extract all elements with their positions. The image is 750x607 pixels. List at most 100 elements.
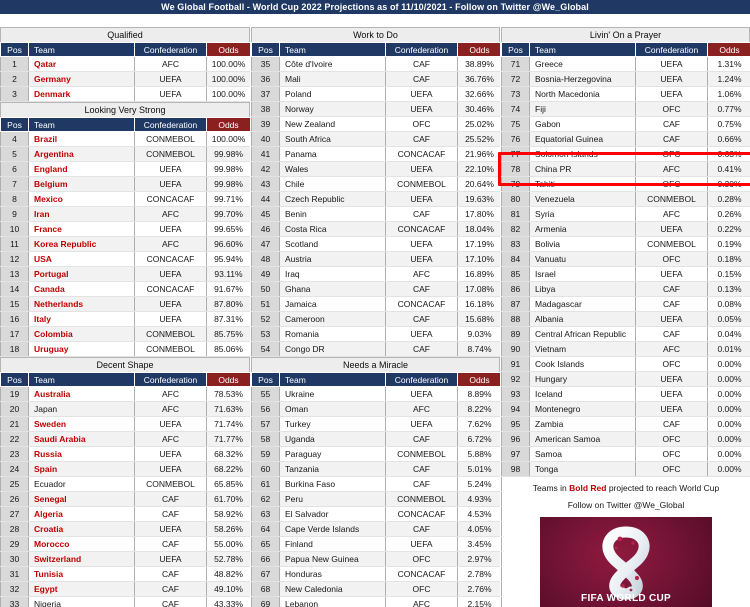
table-row[interactable]: 45 Benin CAF 17.80%: [251, 206, 502, 222]
table-row[interactable]: 16 Italy UEFA 87.31%: [0, 311, 251, 327]
table-row[interactable]: 60 Tanzania CAF 5.01%: [251, 461, 502, 477]
table-row[interactable]: 54 Congo DR CAF 8.74%: [251, 341, 502, 357]
column-header-team[interactable]: Team: [279, 372, 386, 387]
table-row[interactable]: 76 Equatorial Guinea CAF 0.66%: [501, 131, 750, 147]
table-row[interactable]: 30 Switzerland UEFA 52.78%: [0, 551, 251, 567]
table-row[interactable]: 39 New Zealand OFC 25.02%: [251, 116, 502, 132]
table-row[interactable]: 49 Iraq AFC 16.89%: [251, 266, 502, 282]
table-row[interactable]: 48 Austria UEFA 17.10%: [251, 251, 502, 267]
table-row[interactable]: 5 Argentina CONMEBOL 99.98%: [0, 146, 251, 162]
table-row[interactable]: 43 Chile CONMEBOL 20.64%: [251, 176, 502, 192]
table-row[interactable]: 9 Iran AFC 99.70%: [0, 206, 251, 222]
table-row[interactable]: 53 Romania UEFA 9.03%: [251, 326, 502, 342]
table-row[interactable]: 27 Algeria CAF 58.92%: [0, 506, 251, 522]
column-header-team[interactable]: Team: [28, 42, 135, 57]
table-row[interactable]: 14 Canada CONCACAF 91.67%: [0, 281, 251, 297]
table-row[interactable]: 80 Venezuela CONMEBOL 0.28%: [501, 191, 750, 207]
table-row[interactable]: 50 Ghana CAF 17.08%: [251, 281, 502, 297]
table-row[interactable]: 31 Tunisia CAF 48.82%: [0, 566, 251, 582]
table-row[interactable]: 28 Croatia UEFA 58.26%: [0, 521, 251, 537]
column-header-odds[interactable]: Odds: [206, 42, 251, 57]
column-header-odds[interactable]: Odds: [457, 372, 502, 387]
table-row[interactable]: 33 Nigeria CAF 43.33%: [0, 596, 251, 607]
table-row[interactable]: 17 Colombia CONMEBOL 85.75%: [0, 326, 251, 342]
table-row[interactable]: 38 Norway UEFA 30.46%: [251, 101, 502, 117]
table-row[interactable]: 87 Madagascar CAF 0.08%: [501, 296, 750, 312]
table-row[interactable]: 82 Armenia UEFA 0.22%: [501, 221, 750, 237]
column-header-team[interactable]: Team: [279, 42, 386, 57]
table-row[interactable]: 86 Libya CAF 0.13%: [501, 281, 750, 297]
table-row[interactable]: 97 Samoa OFC 0.00%: [501, 446, 750, 462]
table-row[interactable]: 66 Papua New Guinea OFC 2.97%: [251, 551, 502, 567]
table-row[interactable]: 25 Ecuador CONMEBOL 65.85%: [0, 476, 251, 492]
table-row[interactable]: 19 Australia AFC 78.53%: [0, 386, 251, 402]
table-row[interactable]: 24 Spain UEFA 68.22%: [0, 461, 251, 477]
table-row[interactable]: 20 Japan AFC 71.63%: [0, 401, 251, 417]
table-row[interactable]: 29 Morocco CAF 55.00%: [0, 536, 251, 552]
table-row[interactable]: 96 American Samoa OFC 0.00%: [501, 431, 750, 447]
table-row[interactable]: 79 Tahiti OFC 0.30%: [501, 176, 750, 192]
table-row[interactable]: 1 Qatar AFC 100.00%: [0, 56, 251, 72]
table-row[interactable]: 18 Uruguay CONMEBOL 85.06%: [0, 341, 251, 357]
table-row[interactable]: 84 Vanuatu OFC 0.18%: [501, 251, 750, 267]
column-header-team[interactable]: Team: [529, 42, 636, 57]
table-row[interactable]: 23 Russia UEFA 68.32%: [0, 446, 251, 462]
table-row[interactable]: 40 South Africa CAF 25.52%: [251, 131, 502, 147]
table-row[interactable]: 92 Hungary UEFA 0.00%: [501, 371, 750, 387]
column-header-confederation[interactable]: Confederation: [134, 117, 207, 132]
column-header-team[interactable]: Team: [28, 117, 135, 132]
table-row[interactable]: 42 Wales UEFA 22.10%: [251, 161, 502, 177]
table-row[interactable]: 22 Saudi Arabia AFC 71.77%: [0, 431, 251, 447]
table-row[interactable]: 91 Cook Islands OFC 0.00%: [501, 356, 750, 372]
table-row[interactable]: 90 Vietnam AFC 0.01%: [501, 341, 750, 357]
table-row[interactable]: 61 Burkina Faso CAF 5.24%: [251, 476, 502, 492]
table-row[interactable]: 57 Turkey UEFA 7.62%: [251, 416, 502, 432]
column-header-pos[interactable]: Pos: [0, 42, 29, 57]
table-row[interactable]: 2 Germany UEFA 100.00%: [0, 71, 251, 87]
column-header-odds[interactable]: Odds: [707, 42, 750, 57]
table-row[interactable]: 74 Fiji OFC 0.77%: [501, 101, 750, 117]
table-row[interactable]: 12 USA CONCACAF 95.94%: [0, 251, 251, 267]
table-row[interactable]: 11 Korea Republic AFC 96.60%: [0, 236, 251, 252]
table-row[interactable]: 15 Netherlands UEFA 87.80%: [0, 296, 251, 312]
table-row[interactable]: 77 Solomon Islands OFC 0.63%: [501, 146, 750, 162]
table-row[interactable]: 4 Brazil CONMEBOL 100.00%: [0, 131, 251, 147]
table-row[interactable]: 41 Panama CONCACAF 21.96%: [251, 146, 502, 162]
table-row[interactable]: 44 Czech Republic UEFA 19.63%: [251, 191, 502, 207]
column-header-pos[interactable]: Pos: [251, 42, 280, 57]
table-row[interactable]: 65 Finland UEFA 3.45%: [251, 536, 502, 552]
table-row[interactable]: 47 Scotland UEFA 17.19%: [251, 236, 502, 252]
column-header-pos[interactable]: Pos: [501, 42, 530, 57]
column-header-pos[interactable]: Pos: [0, 372, 29, 387]
table-row[interactable]: 6 England UEFA 99.98%: [0, 161, 251, 177]
table-row[interactable]: 46 Costa Rica CONCACAF 18.04%: [251, 221, 502, 237]
table-row[interactable]: 67 Honduras CONCACAF 2.78%: [251, 566, 502, 582]
table-row[interactable]: 78 China PR AFC 0.41%: [501, 161, 750, 177]
table-row[interactable]: 10 France UEFA 99.65%: [0, 221, 251, 237]
table-row[interactable]: 59 Paraguay CONMEBOL 5.88%: [251, 446, 502, 462]
table-row[interactable]: 55 Ukraine UEFA 8.89%: [251, 386, 502, 402]
table-row[interactable]: 51 Jamaica CONCACAF 16.18%: [251, 296, 502, 312]
table-row[interactable]: 75 Gabon CAF 0.75%: [501, 116, 750, 132]
table-row[interactable]: 62 Peru CONMEBOL 4.93%: [251, 491, 502, 507]
column-header-pos[interactable]: Pos: [0, 117, 29, 132]
table-row[interactable]: 3 Denmark UEFA 100.00%: [0, 86, 251, 102]
column-header-confederation[interactable]: Confederation: [134, 372, 207, 387]
table-row[interactable]: 95 Zambia CAF 0.00%: [501, 416, 750, 432]
table-row[interactable]: 52 Cameroon CAF 15.68%: [251, 311, 502, 327]
table-row[interactable]: 8 Mexico CONCACAF 99.71%: [0, 191, 251, 207]
table-row[interactable]: 63 El Salvador CONCACAF 4.53%: [251, 506, 502, 522]
table-row[interactable]: 71 Greece UEFA 1.31%: [501, 56, 750, 72]
column-header-confederation[interactable]: Confederation: [134, 42, 207, 57]
column-header-confederation[interactable]: Confederation: [385, 42, 458, 57]
table-row[interactable]: 56 Oman AFC 8.22%: [251, 401, 502, 417]
table-row[interactable]: 69 Lebanon AFC 2.15%: [251, 596, 502, 607]
table-row[interactable]: 88 Albania UEFA 0.05%: [501, 311, 750, 327]
column-header-confederation[interactable]: Confederation: [635, 42, 708, 57]
column-header-team[interactable]: Team: [28, 372, 135, 387]
table-row[interactable]: 83 Bolivia CONMEBOL 0.19%: [501, 236, 750, 252]
table-row[interactable]: 37 Poland UEFA 32.66%: [251, 86, 502, 102]
table-row[interactable]: 93 Iceland UEFA 0.00%: [501, 386, 750, 402]
table-row[interactable]: 85 Israel UEFA 0.15%: [501, 266, 750, 282]
column-header-odds[interactable]: Odds: [206, 117, 251, 132]
